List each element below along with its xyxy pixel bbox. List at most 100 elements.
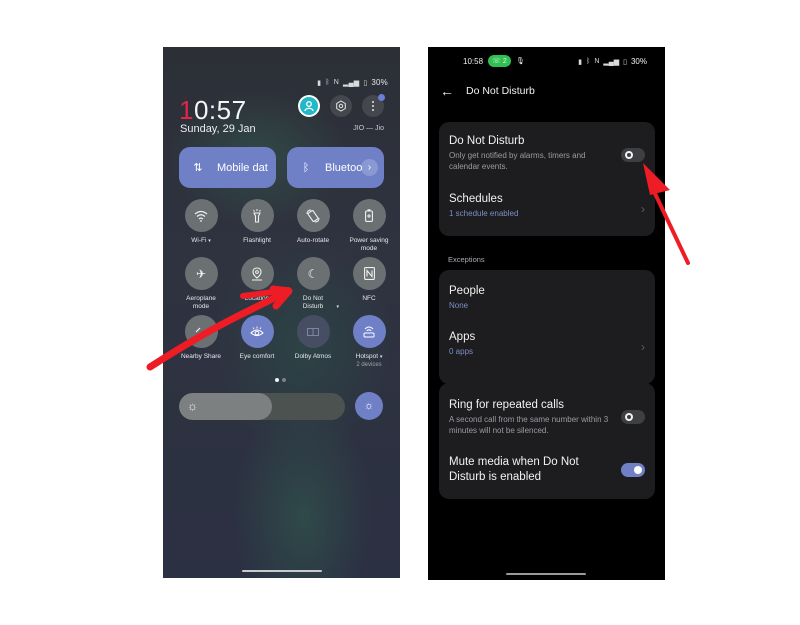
- hotspot-icon: [352, 315, 386, 348]
- dnd-label: Do Not: [302, 295, 324, 302]
- status-bar: 10:58 ☏ 2 🎙︎ ▮ ᛒ N ▂▄▆ ▯ 30%: [428, 55, 665, 69]
- dnd-settings-screen: 10:58 ☏ 2 🎙︎ ▮ ᛒ N ▂▄▆ ▯ 30% ← Do Not Dis…: [428, 47, 665, 580]
- mobile-data-label: Mobile dat: [217, 161, 268, 174]
- wifi-tile[interactable]: Wi-Fi ▾: [173, 199, 229, 245]
- nfc-tile[interactable]: NFC: [341, 257, 397, 303]
- wifi-label: Wi-Fi: [191, 237, 207, 244]
- vibrate-icon: ▮: [578, 58, 583, 66]
- more-options-button[interactable]: [362, 94, 385, 117]
- mute-media-toggle[interactable]: [621, 463, 645, 477]
- battery-icon: ▯: [363, 79, 368, 87]
- exceptions-card: People None Apps 0 apps ›: [439, 270, 655, 384]
- user-icon: [300, 97, 318, 115]
- dnd-toggle-row[interactable]: Do Not Disturb Only get notified by alar…: [449, 134, 645, 172]
- home-indicator[interactable]: [242, 570, 322, 572]
- power-saving-label-line2: mode: [360, 245, 378, 252]
- repeat-calls-title: Ring for repeated calls: [449, 399, 565, 411]
- vibrate-icon: ▮: [317, 79, 322, 87]
- dolby-atmos-tile[interactable]: Dolby Atmos: [285, 315, 341, 361]
- auto-rotate-tile[interactable]: Auto-rotate: [285, 199, 341, 245]
- hotspot-label: Hotspot: [355, 353, 379, 360]
- location-tile[interactable]: Location: [229, 257, 285, 303]
- people-row[interactable]: People None: [449, 284, 645, 310]
- page-title: Do Not Disturb: [466, 85, 535, 97]
- repeat-calls-description: A second call from the same number withi…: [449, 415, 609, 435]
- calls-media-card: Ring for repeated calls A second call fr…: [439, 383, 655, 499]
- mobile-data-icon: ⇅: [193, 162, 203, 174]
- aeroplane-label-line2: mode: [192, 303, 210, 310]
- dnd-toggle[interactable]: [621, 148, 645, 162]
- auto-brightness-icon: ☼: [363, 400, 375, 412]
- battery-percent: 30%: [630, 57, 647, 66]
- mobile-data-tile[interactable]: ⇅ Mobile dat: [179, 147, 276, 188]
- caret-down-icon: ▾: [379, 354, 383, 360]
- mic-icon: 🎙︎: [516, 58, 525, 65]
- home-indicator[interactable]: [506, 573, 586, 575]
- quick-settings-screen: ▮ ᛒ N ▂▄▆ ▯ 30% 10:57 Sunday, 29 Jan JIO…: [163, 47, 400, 578]
- nfc-icon: N: [333, 79, 339, 86]
- moon-icon: ☾: [296, 257, 330, 290]
- repeat-calls-row[interactable]: Ring for repeated calls A second call fr…: [449, 398, 645, 436]
- eye-comfort-label: Eye comfort: [239, 353, 275, 360]
- airplane-icon: ✈: [184, 257, 218, 290]
- caret-down-icon: ▾: [208, 238, 211, 244]
- apps-title: Apps: [449, 331, 476, 343]
- status-time: 10:58: [463, 57, 484, 66]
- dolby-atmos-label: Dolby Atmos: [294, 353, 332, 360]
- auto-rotate-label: Auto-rotate: [296, 237, 330, 244]
- mute-media-title: Mute media when Do Not Disturb is enable…: [449, 456, 579, 483]
- bluetooth-icon: ᛒ: [586, 58, 591, 65]
- signal-icon: ▂▄▆: [603, 58, 620, 66]
- eye-comfort-tile[interactable]: Eye comfort: [229, 315, 285, 361]
- power-saving-tile[interactable]: Power saving mode: [341, 199, 397, 253]
- bluetooth-tile[interactable]: ᛒ Bluetoot ›: [287, 147, 384, 188]
- user-avatar-button[interactable]: [298, 95, 320, 117]
- bluetooth-icon: ᛒ: [325, 79, 330, 86]
- eye-icon: [240, 315, 274, 348]
- page-dot: [282, 378, 286, 382]
- dolby-icon: [296, 315, 330, 348]
- flashlight-tile[interactable]: Flashlight: [229, 199, 285, 245]
- schedules-sub: 1 schedule enabled: [449, 209, 519, 218]
- hotspot-devices: 2 devices: [356, 362, 382, 368]
- power-saving-label: Power saving: [349, 237, 389, 244]
- sun-icon: ☼: [187, 399, 198, 413]
- auto-brightness-button[interactable]: ☼: [355, 392, 383, 420]
- aeroplane-mode-tile[interactable]: ✈ Aeroplane mode: [173, 257, 229, 311]
- brightness-slider[interactable]: ☼: [179, 393, 345, 420]
- clock[interactable]: 10:57: [179, 95, 247, 126]
- chevron-right-icon[interactable]: ›: [361, 159, 378, 176]
- schedules-row[interactable]: Schedules 1 schedule enabled ›: [449, 192, 645, 218]
- more-vert-icon: [372, 101, 374, 111]
- dnd-description: Only get notified by alarms, timers and …: [449, 151, 586, 171]
- settings-button[interactable]: [330, 95, 352, 117]
- caret-down-icon[interactable]: ▾: [336, 303, 339, 311]
- back-arrow-icon[interactable]: ←: [440, 81, 454, 101]
- exceptions-header: Exceptions: [448, 255, 485, 264]
- nearby-share-tile[interactable]: Nearby Share: [173, 315, 229, 361]
- battery-percent: 30%: [371, 78, 388, 87]
- aeroplane-label: Aeroplane: [186, 295, 216, 302]
- nearby-share-icon: [184, 315, 218, 348]
- date[interactable]: Sunday, 29 Jan: [180, 123, 256, 135]
- schedules-title: Schedules: [449, 193, 503, 205]
- apps-sub: 0 apps: [449, 347, 474, 356]
- nfc-label: NFC: [362, 295, 376, 302]
- status-bar: ▮ ᛒ N ▂▄▆ ▯ 30%: [317, 78, 388, 87]
- bluetooth-icon: ᛒ: [302, 161, 310, 174]
- chevron-right-icon: ›: [641, 340, 645, 354]
- bluetooth-label: Bluetoot: [325, 161, 362, 174]
- gear-icon: [336, 100, 346, 112]
- hotspot-tile[interactable]: Hotspot ▾ 2 devices: [341, 315, 397, 369]
- mute-media-row[interactable]: Mute media when Do Not Disturb is enable…: [449, 455, 645, 485]
- clock-first-digit: 1: [179, 95, 194, 125]
- do-not-disturb-tile[interactable]: ☾ Do Not Disturb ▾: [285, 257, 341, 311]
- people-sub: None: [449, 301, 469, 310]
- carrier-label: JIO — Jio: [353, 125, 384, 132]
- apps-row[interactable]: Apps 0 apps ›: [449, 330, 645, 356]
- phone-icon: ☏: [492, 58, 501, 65]
- app-bar: ← Do Not Disturb: [428, 81, 665, 103]
- repeat-calls-toggle[interactable]: [621, 410, 645, 424]
- call-pill[interactable]: ☏ 2: [488, 55, 511, 67]
- nearby-share-label: Nearby Share: [180, 353, 222, 360]
